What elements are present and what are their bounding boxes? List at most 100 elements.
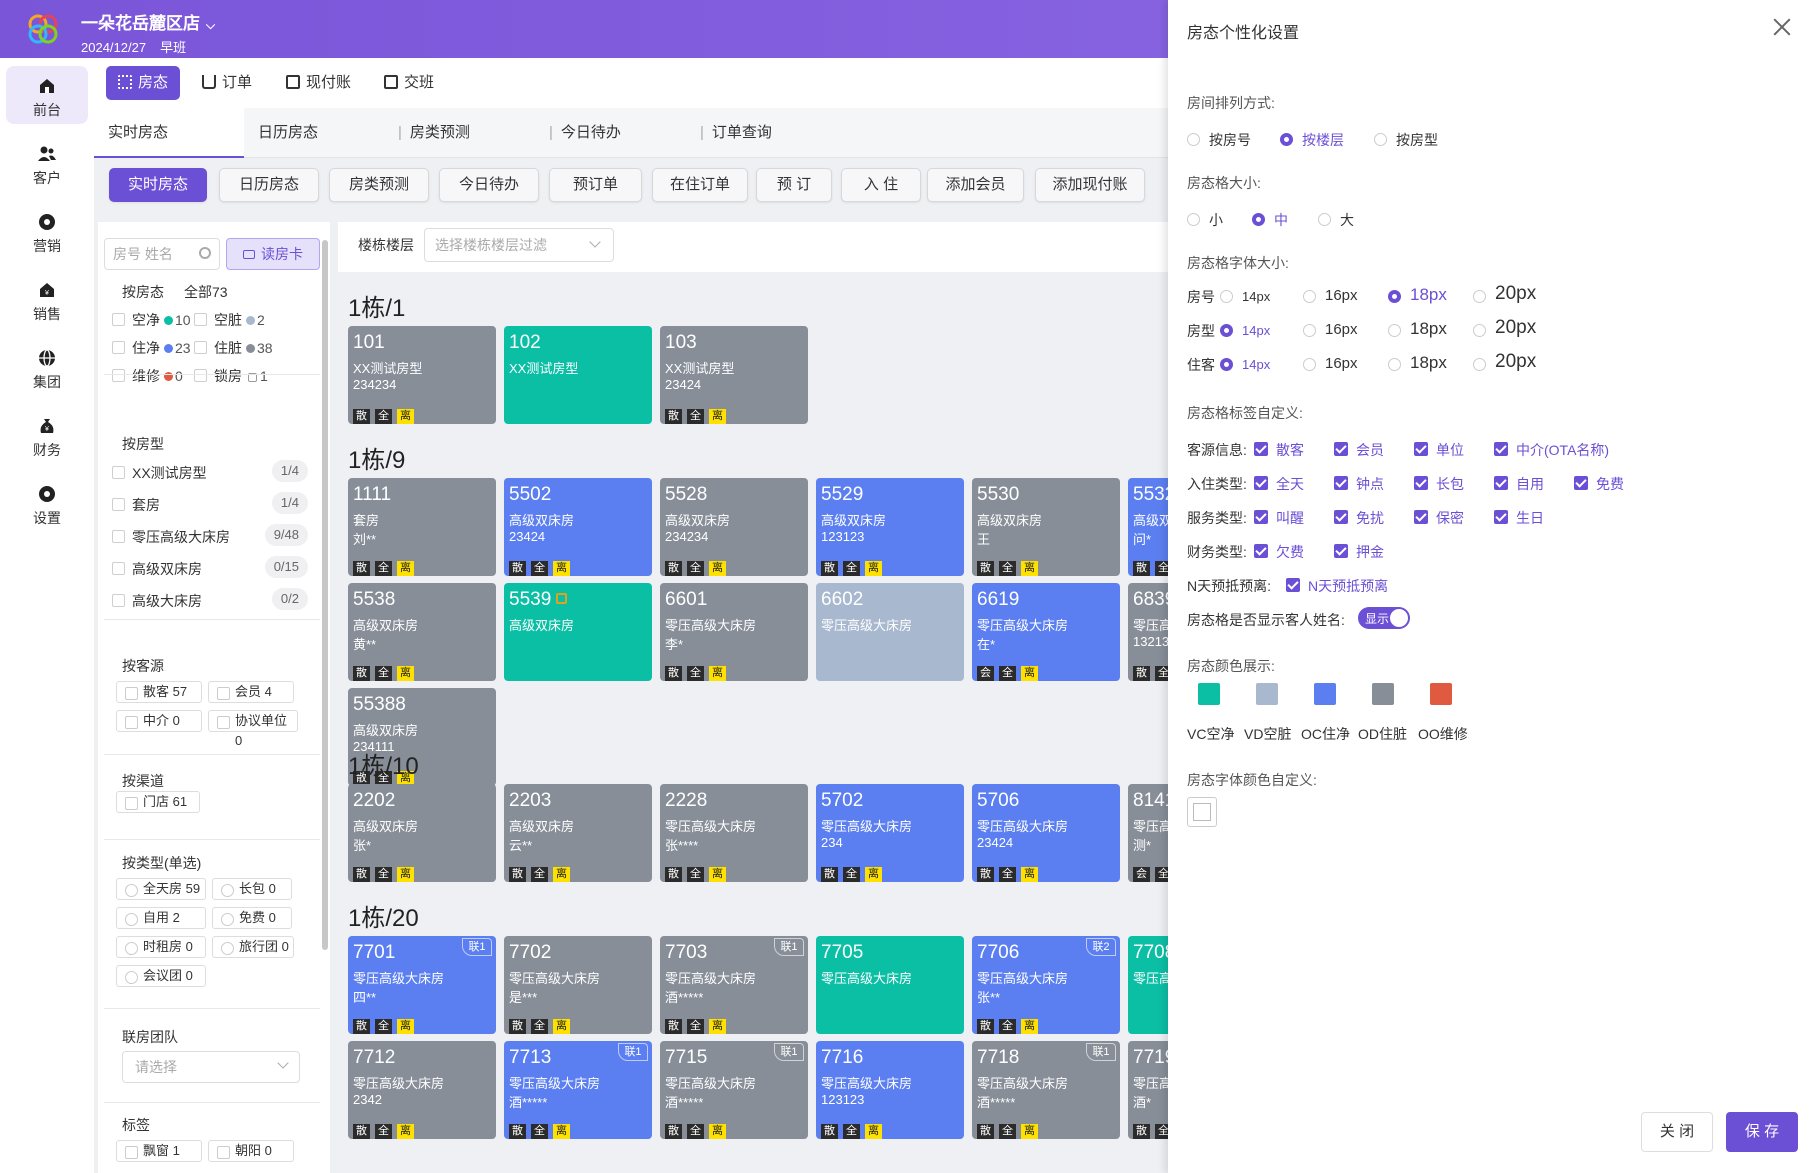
checkbox-label[interactable]: 押金 <box>1356 542 1384 562</box>
radio-button[interactable] <box>1303 358 1316 371</box>
room-card[interactable]: 7705 零压高级大床房 <box>816 936 964 1034</box>
source-member[interactable]: 会员 4 <box>208 681 294 703</box>
btn-reservation-list[interactable]: 预订单 <box>549 168 642 202</box>
type-hourly[interactable]: 时租房 0 <box>116 936 206 958</box>
store-selector[interactable]: 一朵花岳麓区店 ⌵ <box>81 9 215 34</box>
room-card[interactable]: 5530 高级双床房王散全离 <box>972 478 1120 576</box>
radio-label[interactable]: 14px <box>1242 357 1270 372</box>
checkbox-checked[interactable] <box>1334 544 1348 558</box>
status-checkbox[interactable] <box>112 313 125 326</box>
checkbox-label[interactable]: 长包 <box>1436 474 1464 494</box>
radio-label[interactable]: 20px <box>1495 317 1536 339</box>
radio-label[interactable]: 16px <box>1325 355 1358 372</box>
room-card[interactable]: 1111 套房 刘** 散全离 <box>348 478 496 576</box>
room-card[interactable]: 7713 零压高级大床房 酒***** 联1 散全离 <box>504 1041 652 1139</box>
btn-check-in[interactable]: 入 住 <box>841 168 921 202</box>
radio-label[interactable]: 16px <box>1325 287 1358 304</box>
checkbox-label[interactable]: 单位 <box>1436 440 1464 460</box>
close-icon[interactable] <box>1773 18 1791 36</box>
radio-label[interactable]: 14px <box>1242 323 1270 338</box>
status-checkbox[interactable] <box>194 369 207 382</box>
radio-button[interactable] <box>1388 290 1401 303</box>
nav-group[interactable]: 集团 <box>6 338 88 396</box>
status-color-swatch[interactable] <box>1430 683 1452 705</box>
toolbar-room-status[interactable]: 房态 <box>106 66 181 100</box>
status-color-swatch[interactable] <box>1256 683 1278 705</box>
checkbox-checked[interactable] <box>1254 442 1268 456</box>
checkbox-checked[interactable] <box>1414 442 1428 456</box>
room-card[interactable]: 103 XX测试房型 23424 散全离 <box>660 326 808 424</box>
checkbox-label[interactable]: 生日 <box>1516 508 1544 528</box>
room-card[interactable]: 2228 零压高级大床房 张**** 散全离 <box>660 784 808 882</box>
btn-in-house-orders[interactable]: 在住订单 <box>652 168 748 202</box>
nav-finance[interactable]: ¥ 财务 <box>6 406 88 464</box>
radio-label[interactable]: 20px <box>1495 283 1536 305</box>
btn-add-cash-account[interactable]: 添加现付账 <box>1035 168 1145 202</box>
source-walkin[interactable]: 散客 57 <box>116 681 202 703</box>
room-card[interactable]: 5528 高级双床房 234234 散全离 <box>660 478 808 576</box>
room-card[interactable]: 101 XX测试房型 234234 散全离 <box>348 326 496 424</box>
checkbox-checked[interactable] <box>1414 510 1428 524</box>
radio-button[interactable] <box>1280 133 1293 146</box>
radio-label[interactable]: 中 <box>1274 210 1288 230</box>
checkbox-checked[interactable] <box>1494 442 1508 456</box>
radio-label[interactable]: 18px <box>1410 285 1447 305</box>
radio-button[interactable] <box>1220 324 1233 337</box>
room-card[interactable]: 6602 零压高级大床房 <box>816 583 964 681</box>
radio-button[interactable] <box>1473 290 1486 303</box>
room-card[interactable]: 5538 高级双床房 黄** 散全离 <box>348 583 496 681</box>
checkbox-checked[interactable] <box>1334 442 1348 456</box>
checkbox-label[interactable]: 欠费 <box>1276 542 1304 562</box>
room-card[interactable]: 7706 零压高级大床房 张** 联2 散全离 <box>972 936 1120 1034</box>
checkbox-checked[interactable] <box>1254 476 1268 490</box>
status-item[interactable]: 锁房 1 <box>214 366 268 386</box>
room-card[interactable]: 7703 零压高级大床房 酒***** 联1 散全离 <box>660 936 808 1034</box>
roomtype-item[interactable]: 套房 <box>132 495 160 515</box>
roomtype-item[interactable]: 高级双床房 <box>132 559 202 579</box>
checkbox-label[interactable]: N天预抵预离 <box>1308 576 1388 596</box>
roomtype-checkbox[interactable] <box>112 530 125 543</box>
room-card[interactable]: 6601 零压高级大床房 李* 散全离 <box>660 583 808 681</box>
room-card[interactable]: 102 XX测试房型 <box>504 326 652 424</box>
tab-realtime-status[interactable]: 实时房态 <box>94 108 244 158</box>
radio-label[interactable]: 18px <box>1410 319 1447 339</box>
type-free[interactable]: 免费 0 <box>212 907 292 929</box>
checkbox-checked[interactable] <box>1334 510 1348 524</box>
checkbox-label[interactable]: 全天 <box>1276 474 1304 494</box>
checkbox-checked[interactable] <box>1414 476 1428 490</box>
source-corporate[interactable]: 协议单位 0 <box>208 710 298 748</box>
status-item[interactable]: 住净 23 <box>132 338 191 358</box>
radio-label[interactable]: 按房号 <box>1209 130 1251 150</box>
radio-button[interactable] <box>1374 133 1387 146</box>
show-name-toggle[interactable]: 显示 <box>1358 607 1410 629</box>
status-item[interactable]: 维修 0 <box>132 366 183 386</box>
roomtype-item[interactable]: 高级大床房 <box>132 591 202 611</box>
room-card[interactable]: 5502 高级双床房 23424 散全离 <box>504 478 652 576</box>
checkbox-label[interactable]: 中介(OTA名称) <box>1516 440 1609 460</box>
status-checkbox[interactable] <box>112 341 125 354</box>
radio-label[interactable]: 18px <box>1410 353 1447 373</box>
checkbox-label[interactable]: 免费 <box>1596 474 1624 494</box>
radio-label[interactable]: 大 <box>1340 210 1354 230</box>
roomtype-checkbox[interactable] <box>112 498 125 511</box>
radio-button[interactable] <box>1303 324 1316 337</box>
status-checkbox[interactable] <box>112 369 125 382</box>
status-checkbox[interactable] <box>194 313 207 326</box>
room-card[interactable]: 5702 零压高级大床房 234 散全离 <box>816 784 964 882</box>
checkbox-checked[interactable] <box>1494 476 1508 490</box>
radio-button[interactable] <box>1473 324 1486 337</box>
radio-button[interactable] <box>1187 213 1200 226</box>
checkbox-label[interactable]: 叫醒 <box>1276 508 1304 528</box>
tab-today-todo[interactable]: | 今日待办 <box>535 108 621 158</box>
type-tour-group[interactable]: 旅行团 0 <box>212 936 294 958</box>
checkbox-label[interactable]: 散客 <box>1276 440 1304 460</box>
room-card[interactable]: 5529 高级双床房 123123 散全离 <box>816 478 964 576</box>
radio-button[interactable] <box>1220 290 1233 303</box>
tab-calendar-status[interactable]: 日历房态 <box>244 108 318 158</box>
radio-label[interactable]: 小 <box>1209 210 1223 230</box>
btn-add-member[interactable]: 添加会员 <box>927 168 1024 202</box>
filter-scrollbar[interactable] <box>322 240 328 950</box>
radio-label[interactable]: 按楼层 <box>1302 130 1344 150</box>
checkbox-checked[interactable] <box>1574 476 1588 490</box>
btn-room-forecast[interactable]: 房类预测 <box>329 168 429 202</box>
